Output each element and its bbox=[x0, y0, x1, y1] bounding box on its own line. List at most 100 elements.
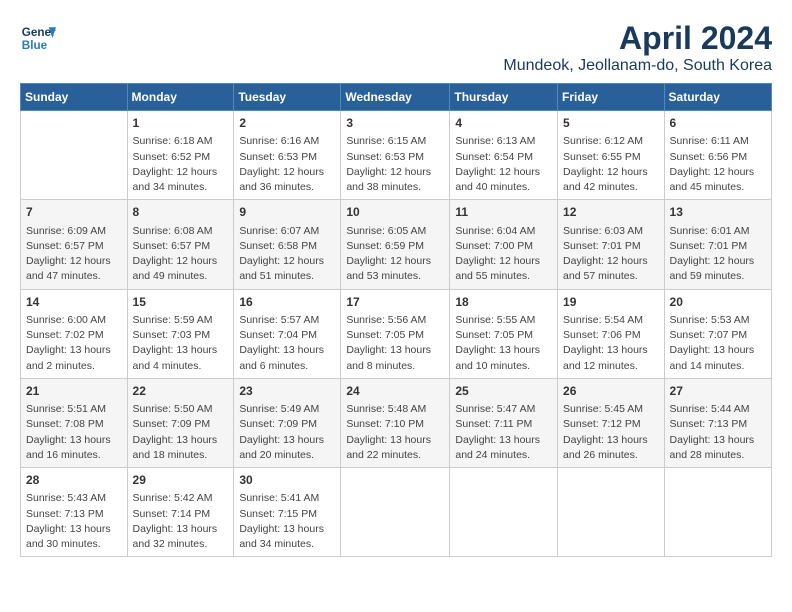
header-cell-wednesday: Wednesday bbox=[341, 84, 450, 111]
calendar-cell: 21 Sunrise: 5:51 AM Sunset: 7:08 PM Dayli… bbox=[21, 378, 128, 467]
day-number: 13 bbox=[670, 204, 766, 221]
day-number: 28 bbox=[26, 472, 122, 489]
day-info: Sunrise: 6:03 AM Sunset: 7:01 PM Dayligh… bbox=[563, 224, 659, 285]
day-info: Sunrise: 6:05 AM Sunset: 6:59 PM Dayligh… bbox=[346, 224, 444, 285]
day-number: 3 bbox=[346, 115, 444, 132]
day-info: Sunrise: 6:07 AM Sunset: 6:58 PM Dayligh… bbox=[239, 224, 335, 285]
day-number: 2 bbox=[239, 115, 335, 132]
day-number: 24 bbox=[346, 383, 444, 400]
day-number: 29 bbox=[133, 472, 229, 489]
calendar-cell: 27Sunrise: 5:44 AM Sunset: 7:13 PM Dayli… bbox=[664, 378, 771, 467]
calendar-cell: 29 Sunrise: 5:42 AM Sunset: 7:14 PM Dayli… bbox=[127, 468, 234, 557]
day-number: 11 bbox=[455, 204, 552, 221]
day-info: Sunrise: 6:15 AM Sunset: 6:53 PM Dayligh… bbox=[346, 134, 444, 195]
calendar-week-row: 21 Sunrise: 5:51 AM Sunset: 7:08 PM Dayli… bbox=[21, 378, 772, 467]
header-cell-thursday: Thursday bbox=[450, 84, 558, 111]
day-number: 23 bbox=[239, 383, 335, 400]
calendar-week-row: 1 Sunrise: 6:18 AM Sunset: 6:52 PM Daylig… bbox=[21, 111, 772, 200]
calendar-week-row: 28 Sunrise: 5:43 AM Sunset: 7:13 PM Dayli… bbox=[21, 468, 772, 557]
day-number: 17 bbox=[346, 294, 444, 311]
calendar-cell bbox=[450, 468, 558, 557]
day-info: Sunrise: 5:55 AM Sunset: 7:05 PM Dayligh… bbox=[455, 313, 552, 374]
calendar-cell: 5 Sunrise: 6:12 AM Sunset: 6:55 PM Daylig… bbox=[558, 111, 665, 200]
day-info: Sunrise: 5:53 AM Sunset: 7:07 PM Dayligh… bbox=[670, 313, 766, 374]
day-info: Sunrise: 5:57 AM Sunset: 7:04 PM Dayligh… bbox=[239, 313, 335, 374]
calendar-cell: 9 Sunrise: 6:07 AM Sunset: 6:58 PM Daylig… bbox=[234, 200, 341, 289]
calendar-cell bbox=[664, 468, 771, 557]
day-number: 6 bbox=[670, 115, 766, 132]
day-info: Sunrise: 5:42 AM Sunset: 7:14 PM Dayligh… bbox=[133, 491, 229, 552]
day-info: Sunrise: 6:04 AM Sunset: 7:00 PM Dayligh… bbox=[455, 224, 552, 285]
calendar-cell: 23 Sunrise: 5:49 AM Sunset: 7:09 PM Dayli… bbox=[234, 378, 341, 467]
calendar-cell: 28 Sunrise: 5:43 AM Sunset: 7:13 PM Dayli… bbox=[21, 468, 128, 557]
calendar-cell: 20 Sunrise: 5:53 AM Sunset: 7:07 PM Dayli… bbox=[664, 289, 771, 378]
calendar-cell: 22 Sunrise: 5:50 AM Sunset: 7:09 PM Dayli… bbox=[127, 378, 234, 467]
day-number: 30 bbox=[239, 472, 335, 489]
day-info: Sunrise: 6:00 AM Sunset: 7:02 PM Dayligh… bbox=[26, 313, 122, 374]
calendar-cell bbox=[558, 468, 665, 557]
day-number: 20 bbox=[670, 294, 766, 311]
day-number: 21 bbox=[26, 383, 122, 400]
day-info: Sunrise: 6:12 AM Sunset: 6:55 PM Dayligh… bbox=[563, 134, 659, 195]
calendar-cell: 19 Sunrise: 5:54 AM Sunset: 7:06 PM Dayli… bbox=[558, 289, 665, 378]
day-info: Sunrise: 5:41 AM Sunset: 7:15 PM Dayligh… bbox=[239, 491, 335, 552]
calendar-cell: 17 Sunrise: 5:56 AM Sunset: 7:05 PM Dayli… bbox=[341, 289, 450, 378]
day-info: Sunrise: 6:09 AM Sunset: 6:57 PM Dayligh… bbox=[26, 224, 122, 285]
logo: General Blue bbox=[20, 20, 56, 56]
calendar-week-row: 14 Sunrise: 6:00 AM Sunset: 7:02 PM Dayli… bbox=[21, 289, 772, 378]
day-number: 18 bbox=[455, 294, 552, 311]
day-info: Sunrise: 6:08 AM Sunset: 6:57 PM Dayligh… bbox=[133, 224, 229, 285]
calendar-cell: 4 Sunrise: 6:13 AM Sunset: 6:54 PM Daylig… bbox=[450, 111, 558, 200]
calendar-cell: 24 Sunrise: 5:48 AM Sunset: 7:10 PM Dayli… bbox=[341, 378, 450, 467]
calendar-cell bbox=[341, 468, 450, 557]
calendar-cell: 16 Sunrise: 5:57 AM Sunset: 7:04 PM Dayli… bbox=[234, 289, 341, 378]
day-number: 25 bbox=[455, 383, 552, 400]
calendar-week-row: 7 Sunrise: 6:09 AM Sunset: 6:57 PM Daylig… bbox=[21, 200, 772, 289]
day-info: Sunrise: 6:13 AM Sunset: 6:54 PM Dayligh… bbox=[455, 134, 552, 195]
day-info: Sunrise: 5:47 AM Sunset: 7:11 PM Dayligh… bbox=[455, 402, 552, 463]
header-cell-friday: Friday bbox=[558, 84, 665, 111]
day-info: Sunrise: 5:50 AM Sunset: 7:09 PM Dayligh… bbox=[133, 402, 229, 463]
day-number: 5 bbox=[563, 115, 659, 132]
day-number: 14 bbox=[26, 294, 122, 311]
main-title: April 2024 bbox=[503, 20, 772, 57]
header-cell-saturday: Saturday bbox=[664, 84, 771, 111]
header: General Blue April 2024 Mundeok, Jeollan… bbox=[20, 20, 772, 75]
day-number: 1 bbox=[133, 115, 229, 132]
calendar-cell: 15 Sunrise: 5:59 AM Sunset: 7:03 PM Dayli… bbox=[127, 289, 234, 378]
day-info: Sunrise: 5:51 AM Sunset: 7:08 PM Dayligh… bbox=[26, 402, 122, 463]
day-number: 15 bbox=[133, 294, 229, 311]
calendar-table: SundayMondayTuesdayWednesdayThursdayFrid… bbox=[20, 83, 772, 557]
calendar-cell: 6 Sunrise: 6:11 AM Sunset: 6:56 PM Daylig… bbox=[664, 111, 771, 200]
day-number: 9 bbox=[239, 204, 335, 221]
day-info: Sunrise: 5:59 AM Sunset: 7:03 PM Dayligh… bbox=[133, 313, 229, 374]
day-info: Sunrise: 5:43 AM Sunset: 7:13 PM Dayligh… bbox=[26, 491, 122, 552]
day-info: Sunrise: 6:11 AM Sunset: 6:56 PM Dayligh… bbox=[670, 134, 766, 195]
calendar-cell: 10Sunrise: 6:05 AM Sunset: 6:59 PM Dayli… bbox=[341, 200, 450, 289]
day-info: Sunrise: 5:48 AM Sunset: 7:10 PM Dayligh… bbox=[346, 402, 444, 463]
calendar-cell: 1 Sunrise: 6:18 AM Sunset: 6:52 PM Daylig… bbox=[127, 111, 234, 200]
calendar-cell: 8 Sunrise: 6:08 AM Sunset: 6:57 PM Daylig… bbox=[127, 200, 234, 289]
day-number: 22 bbox=[133, 383, 229, 400]
calendar-cell: 13 Sunrise: 6:01 AM Sunset: 7:01 PM Dayli… bbox=[664, 200, 771, 289]
calendar-cell: 2Sunrise: 6:16 AM Sunset: 6:53 PM Daylig… bbox=[234, 111, 341, 200]
day-number: 4 bbox=[455, 115, 552, 132]
day-number: 16 bbox=[239, 294, 335, 311]
day-info: Sunrise: 5:56 AM Sunset: 7:05 PM Dayligh… bbox=[346, 313, 444, 374]
subtitle: Mundeok, Jeollanam-do, South Korea bbox=[503, 57, 772, 75]
day-info: Sunrise: 5:49 AM Sunset: 7:09 PM Dayligh… bbox=[239, 402, 335, 463]
day-info: Sunrise: 6:01 AM Sunset: 7:01 PM Dayligh… bbox=[670, 224, 766, 285]
header-cell-monday: Monday bbox=[127, 84, 234, 111]
day-number: 26 bbox=[563, 383, 659, 400]
day-info: Sunrise: 6:18 AM Sunset: 6:52 PM Dayligh… bbox=[133, 134, 229, 195]
day-number: 19 bbox=[563, 294, 659, 311]
day-number: 8 bbox=[133, 204, 229, 221]
calendar-cell: 3 Sunrise: 6:15 AM Sunset: 6:53 PM Daylig… bbox=[341, 111, 450, 200]
day-number: 12 bbox=[563, 204, 659, 221]
header-cell-tuesday: Tuesday bbox=[234, 84, 341, 111]
day-number: 7 bbox=[26, 204, 122, 221]
day-info: Sunrise: 5:54 AM Sunset: 7:06 PM Dayligh… bbox=[563, 313, 659, 374]
svg-text:Blue: Blue bbox=[22, 39, 48, 52]
calendar-header-row: SundayMondayTuesdayWednesdayThursdayFrid… bbox=[21, 84, 772, 111]
calendar-cell: 25 Sunrise: 5:47 AM Sunset: 7:11 PM Dayli… bbox=[450, 378, 558, 467]
